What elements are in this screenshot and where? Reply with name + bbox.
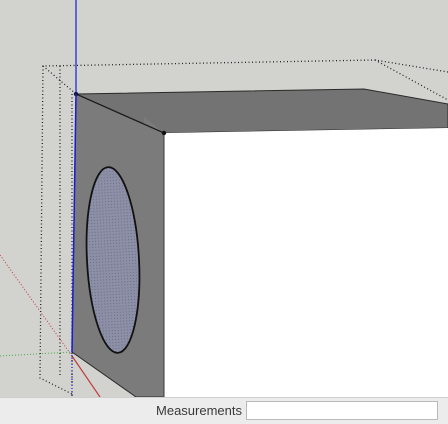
measurements-input[interactable] (246, 401, 438, 420)
red-axis-dotted (0, 254, 73, 357)
status-bar: Measurements (0, 397, 448, 424)
3d-viewport[interactable] (0, 0, 448, 397)
model-canvas[interactable] (0, 0, 448, 397)
vertex-point[interactable] (161, 130, 167, 136)
sketchup-window: Measurements (0, 0, 448, 424)
inner-face[interactable] (164, 128, 448, 397)
green-axis (0, 351, 73, 357)
measurements-label: Measurements (156, 403, 242, 418)
